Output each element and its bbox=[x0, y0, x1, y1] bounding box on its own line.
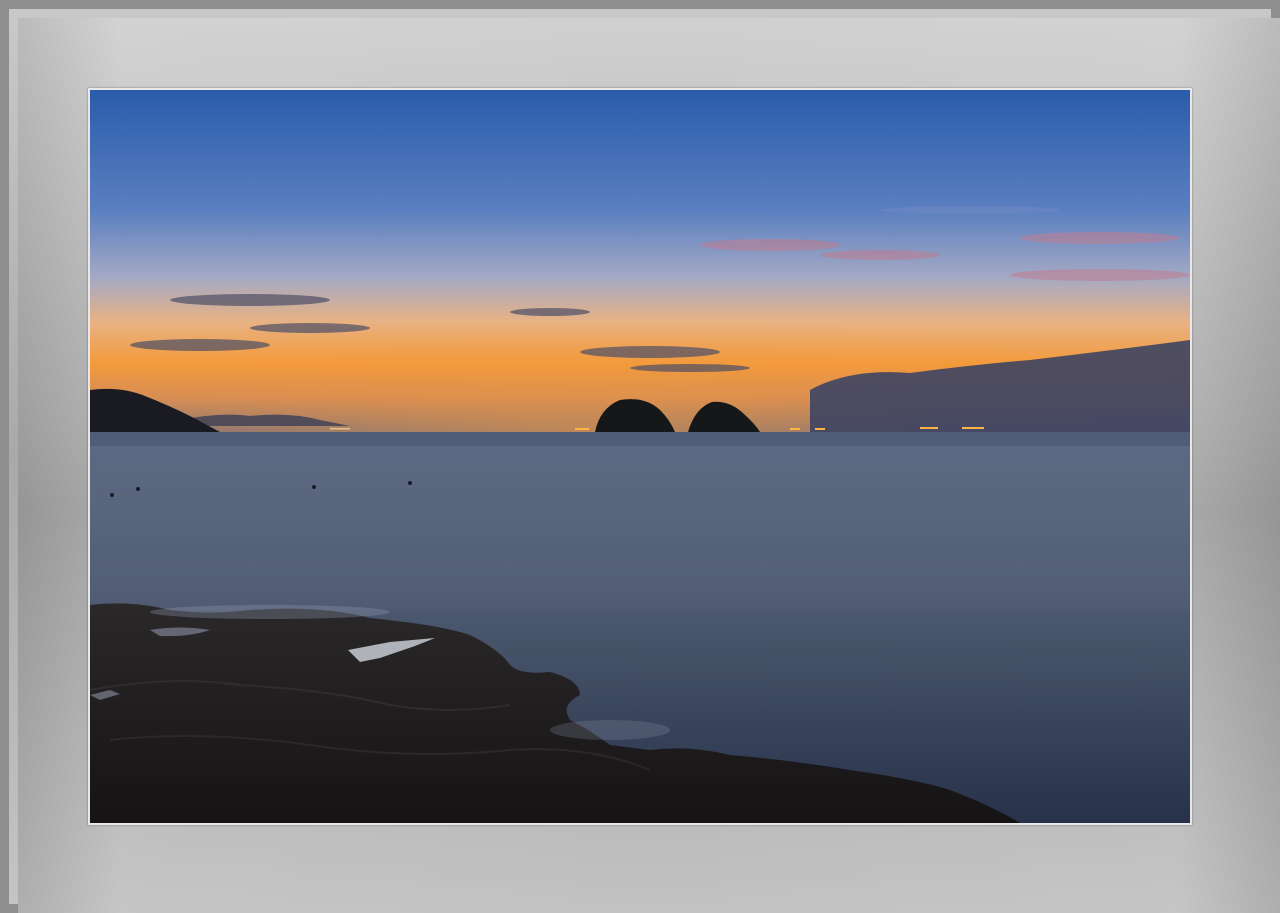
seascape-photo bbox=[88, 88, 1192, 825]
